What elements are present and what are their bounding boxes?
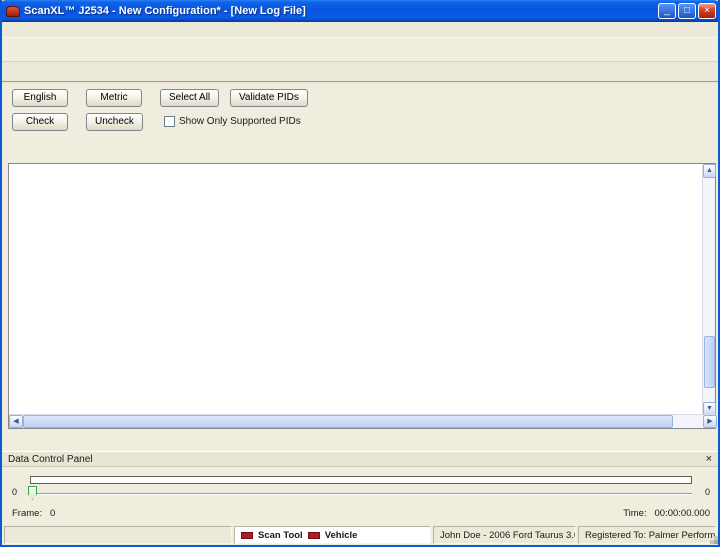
vertical-scroll-thumb[interactable] xyxy=(704,336,715,388)
data-control-panel-title: Data Control Panel xyxy=(8,454,706,465)
resize-grip[interactable] xyxy=(714,540,718,544)
toolbar xyxy=(2,38,718,62)
window-controls: _□× xyxy=(658,3,716,19)
data-control-panel: 0 0 Frame: 0 Time: 00:00:00.000 xyxy=(2,467,718,528)
time-value: 00:00:00.000 xyxy=(655,508,710,519)
validate-pids-button[interactable]: Validate PIDs xyxy=(230,89,308,107)
playback-progress-bar xyxy=(30,476,692,484)
scroll-up-icon[interactable]: ▲ xyxy=(703,164,716,178)
vehicle-status-icon xyxy=(308,532,320,539)
select-all-button[interactable]: Select All xyxy=(160,89,219,107)
data-control-panel-header: Data Control Panel × xyxy=(2,451,718,467)
check-button[interactable]: Check xyxy=(12,113,68,131)
app-window: ScanXL™ J2534 - New Configuration* - [Ne… xyxy=(0,0,720,547)
frame-slider-thumb[interactable] xyxy=(28,486,37,500)
tab-strip xyxy=(2,62,718,82)
scroll-right-icon[interactable]: ▶ xyxy=(703,415,717,428)
title-bar: ScanXL™ J2534 - New Configuration* - [Ne… xyxy=(0,0,720,22)
range-start-label: 0 xyxy=(12,487,17,497)
horizontal-scrollbar[interactable]: ◀ ▶ xyxy=(9,414,717,428)
minimize-button[interactable]: _ xyxy=(658,3,676,19)
pid-counts-strip xyxy=(5,433,715,450)
close-button[interactable]: × xyxy=(698,3,716,19)
window-title: ScanXL™ J2534 - New Configuration* - [Ne… xyxy=(24,5,658,17)
frame-value: 0 xyxy=(50,508,55,519)
status-cell-vehicle-info: John Doe - 2006 Ford Taurus 3.0L xyxy=(433,526,576,544)
maximize-button[interactable]: □ xyxy=(678,3,696,19)
vertical-scrollbar[interactable]: ▲ ▼ xyxy=(702,164,715,416)
scroll-left-icon[interactable]: ◀ xyxy=(9,415,23,428)
status-cell-empty xyxy=(4,526,232,544)
vehicle-status-label: Vehicle xyxy=(325,530,358,541)
range-end-label: 0 xyxy=(705,487,710,497)
show-only-supported-label: Show Only Supported PIDs xyxy=(179,116,301,127)
app-icon xyxy=(6,6,20,17)
pid-table: ▲ ▼ ◀ ▶ xyxy=(8,163,716,429)
horizontal-scroll-thumb[interactable] xyxy=(23,415,673,428)
table-header xyxy=(9,164,704,180)
status-cell-registered: Registered To: Palmer Performance xyxy=(578,526,716,544)
frame-label: Frame: xyxy=(12,508,42,519)
scan-tool-status-icon xyxy=(241,532,253,539)
pid-config-page: English Metric Select All Validate PIDs … xyxy=(2,83,718,545)
english-button[interactable]: English xyxy=(12,89,68,107)
status-cell-connections: Scan Tool Vehicle xyxy=(234,526,431,544)
show-only-supported-checkbox[interactable] xyxy=(164,116,175,127)
uncheck-button[interactable]: Uncheck xyxy=(86,113,143,131)
metric-button[interactable]: Metric xyxy=(86,89,142,107)
scan-tool-status-label: Scan Tool xyxy=(258,530,303,541)
frame-slider-track[interactable] xyxy=(30,493,692,495)
table-body xyxy=(9,180,704,416)
status-bar: Scan Tool Vehicle John Doe - 2006 Ford T… xyxy=(4,526,716,544)
menu-bar xyxy=(2,22,718,38)
time-label: Time: xyxy=(623,508,646,519)
panel-close-icon[interactable]: × xyxy=(706,453,712,465)
